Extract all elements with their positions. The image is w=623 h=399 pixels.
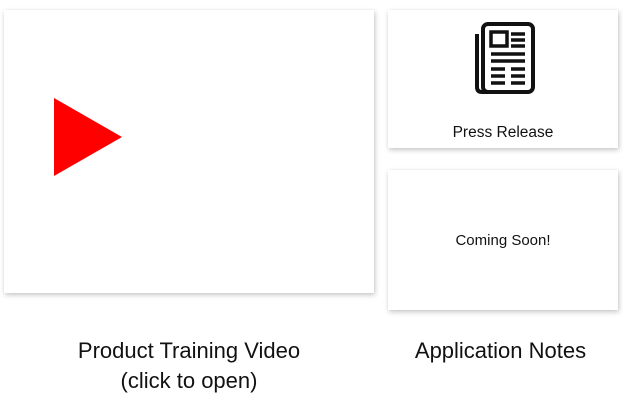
play-icon[interactable]: [54, 98, 124, 176]
application-notes-tile: Coming Soon!: [388, 170, 618, 310]
product-training-video-tile[interactable]: [4, 10, 374, 293]
resource-gallery: Press Release Coming Soon! Product Train…: [0, 0, 623, 399]
press-release-label: Press Release: [452, 124, 554, 141]
newspaper-icon: [475, 22, 535, 94]
video-caption-hint: (click to open): [120, 368, 258, 393]
coming-soon-label: Coming Soon!: [455, 232, 551, 249]
video-caption[interactable]: Product Training Video (click to open): [4, 336, 374, 396]
video-caption-title: Product Training Video: [77, 338, 301, 363]
application-notes-caption: Application Notes: [414, 338, 587, 363]
press-release-tile[interactable]: Press Release: [388, 10, 618, 148]
